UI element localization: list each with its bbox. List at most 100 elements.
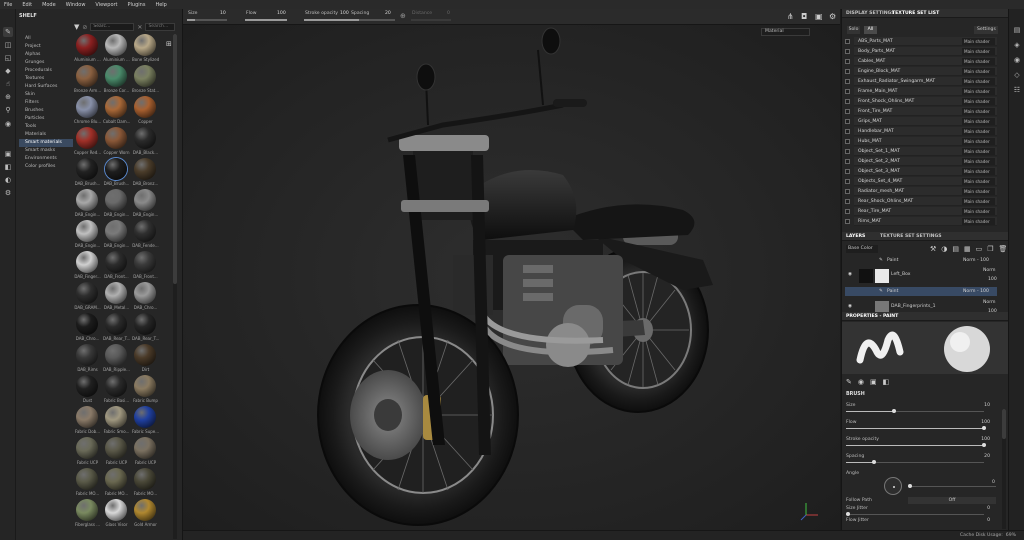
tab-layers[interactable]: LAYERS <box>846 234 865 239</box>
material-thumbnail[interactable]: Fabric Smo... <box>103 406 130 437</box>
shelf-category[interactable]: Color profiles <box>19 163 73 171</box>
shader-dropdown[interactable]: Main shader <box>962 218 995 225</box>
layer-row-selected[interactable]: ✎ Paint Norm - 100 <box>845 287 997 296</box>
projection-icon[interactable]: ◱ <box>3 53 13 63</box>
eraser-icon[interactable]: ◫ <box>3 40 13 50</box>
texture-set-checkbox[interactable] <box>845 209 850 214</box>
material-thumbnail[interactable]: DAB_Engin... <box>132 189 159 220</box>
smudge-icon[interactable]: ☝ <box>3 79 13 89</box>
layer-blend[interactable]: Norm - 100 <box>963 258 989 263</box>
material-thumbnail[interactable]: Bronze Stat... <box>132 65 159 96</box>
shelf-category[interactable]: Textures <box>19 75 73 83</box>
prop-spacing-knob[interactable] <box>871 460 876 464</box>
size-slider[interactable] <box>187 19 227 21</box>
prop-size-jitter-slider[interactable] <box>846 512 984 516</box>
material-thumbnail[interactable]: Chrome Blu... <box>74 96 101 127</box>
shelf-category[interactable]: Environments <box>19 155 73 163</box>
add-mask-icon[interactable]: ◑ <box>941 245 947 253</box>
shelf-category[interactable]: Tools <box>19 123 73 131</box>
prop-spacing-value[interactable]: 20 <box>984 454 990 459</box>
viewport-settings-icon[interactable]: ⚙ <box>829 12 836 21</box>
stroke-opacity-value[interactable]: 100 <box>340 11 349 16</box>
prop-size-knob[interactable] <box>892 409 897 413</box>
prop-size-jitter-value[interactable]: 0 <box>987 506 990 511</box>
prop-angle-knob[interactable] <box>908 484 912 488</box>
texture-set-row[interactable]: Cables_MAT Main shader <box>845 57 997 66</box>
menu-plugins[interactable]: Plugins <box>128 2 146 8</box>
prop-flow-knob[interactable] <box>982 426 986 430</box>
texture-set-row[interactable]: Front_Tire_MAT Main shader <box>845 107 997 116</box>
texture-set-row[interactable]: Frame_Main_MAT Main shader <box>845 87 997 96</box>
screenshot-icon[interactable]: ▣ <box>815 12 823 21</box>
shader-dropdown[interactable]: Main shader <box>962 108 995 115</box>
shader-dropdown[interactable]: Main shader <box>962 98 995 105</box>
shader-dropdown[interactable]: Main shader <box>962 168 995 175</box>
shader-dropdown[interactable]: Main shader <box>962 148 995 155</box>
menu-help[interactable]: Help <box>155 2 166 8</box>
texture-set-checkbox[interactable] <box>845 99 850 104</box>
texture-set-row[interactable]: Objects_Set_4_MAT Main shader <box>845 177 997 186</box>
distance-value[interactable]: 0 <box>447 11 450 16</box>
shelf-search-2[interactable]: Search... <box>145 23 176 31</box>
add-layer-icon[interactable]: ▦ <box>964 245 971 253</box>
layer-opacity[interactable]: 100 <box>988 277 997 282</box>
render-icon[interactable]: ◐ <box>3 175 13 185</box>
texture-set-row[interactable]: Rims_MAT Main shader <box>845 217 997 226</box>
material-thumbnail[interactable]: DAB_Engin... <box>103 189 130 220</box>
stroke-opacity-slider[interactable] <box>304 19 350 21</box>
texture-set-row[interactable]: Object_Set_3_MAT Main shader <box>845 167 997 176</box>
prop-flow-slider[interactable] <box>846 426 986 430</box>
texture-set-row[interactable]: Object_Set_2_MAT Main shader <box>845 157 997 166</box>
material-thumbnail[interactable]: DAB_Ripple... <box>103 344 130 375</box>
texture-set-row[interactable]: Rear_Shock_Ohlins_MAT Main shader <box>845 197 997 206</box>
picker-icon[interactable]: ⚲ <box>3 105 13 115</box>
texture-set-row[interactable]: Radiator_mesh_MAT Main shader <box>845 187 997 196</box>
shelf-category[interactable]: Materials <box>19 131 73 139</box>
shader-settings-icon[interactable]: ◉ <box>1012 55 1022 65</box>
add-effect-icon[interactable]: ⚒ <box>930 245 936 253</box>
mesh-icon[interactable]: ◧ <box>3 162 13 172</box>
material-thumbnail[interactable]: DAB_Front... <box>132 251 159 282</box>
layer-channel-select[interactable]: Base Color <box>846 245 878 253</box>
shader-dropdown[interactable]: Main shader <box>962 58 995 65</box>
material-thumbnail[interactable]: Aluminium ... <box>103 34 130 65</box>
material-thumbnail[interactable]: Fabric Supe... <box>132 406 159 437</box>
shader-dropdown[interactable]: Main shader <box>962 138 995 145</box>
visibility-icon[interactable]: ◉ <box>848 272 852 277</box>
all-button[interactable]: All <box>864 26 877 34</box>
clear-search-icon[interactable]: ✕ <box>137 24 142 31</box>
material-thumbnail[interactable]: DAB_Fende... <box>132 220 159 251</box>
material-thumbnail[interactable]: Copper Worn <box>103 127 130 158</box>
shelf-category[interactable]: All <box>19 35 73 43</box>
material-thumbnail[interactable]: Fabric MO... <box>132 468 159 499</box>
material-thumbnail[interactable]: Fiberglass ... <box>74 499 101 530</box>
material-thumbnail[interactable]: DAB_Black... <box>132 127 159 158</box>
display-settings-icon[interactable]: ◈ <box>1012 40 1022 50</box>
prop-opacity-knob[interactable] <box>982 443 986 447</box>
texture-set-checkbox[interactable] <box>845 199 850 204</box>
texture-set-row[interactable]: Rear_Tire_MAT Main shader <box>845 207 997 216</box>
motorcycle-model[interactable] <box>183 25 840 530</box>
material-thumbnail[interactable]: Cobalt Dam... <box>103 96 130 127</box>
material-thumbnail[interactable]: Copper <box>132 96 159 127</box>
flow-value[interactable]: 100 <box>277 11 286 16</box>
texture-set-checkbox[interactable] <box>845 49 850 54</box>
texture-set-row[interactable]: Object_Set_1_MAT Main shader <box>845 147 997 156</box>
texture-set-row[interactable]: ABS_Parts_MAT Main shader <box>845 37 997 46</box>
texture-set-icon[interactable]: ▤ <box>1012 25 1022 35</box>
material-thumbnail[interactable]: Copper Red... <box>74 127 101 158</box>
texture-set-checkbox[interactable] <box>845 89 850 94</box>
shelf-category[interactable]: Procedurals <box>19 67 73 75</box>
properties-scrollbar[interactable] <box>1002 409 1006 529</box>
texture-set-checkbox[interactable] <box>845 179 850 184</box>
texture-set-checkbox[interactable] <box>845 159 850 164</box>
3d-viewport[interactable]: Material <box>183 25 840 530</box>
texture-set-row[interactable]: Engine_Block_MAT Main shader <box>845 67 997 76</box>
layer-blend-mode[interactable]: Norm <box>983 268 996 273</box>
tab-texture-set-settings[interactable]: TEXTURE SET SETTINGS <box>880 234 942 239</box>
follow-path-toggle[interactable]: Off <box>908 497 996 504</box>
material-thumbnail[interactable]: DAB_Brush... <box>74 158 101 189</box>
material-thumbnail[interactable]: DAB_Front... <box>103 251 130 282</box>
material-thumbnail[interactable]: DAB_Rims <box>74 344 101 375</box>
bake-icon[interactable]: ◇ <box>1012 70 1022 80</box>
